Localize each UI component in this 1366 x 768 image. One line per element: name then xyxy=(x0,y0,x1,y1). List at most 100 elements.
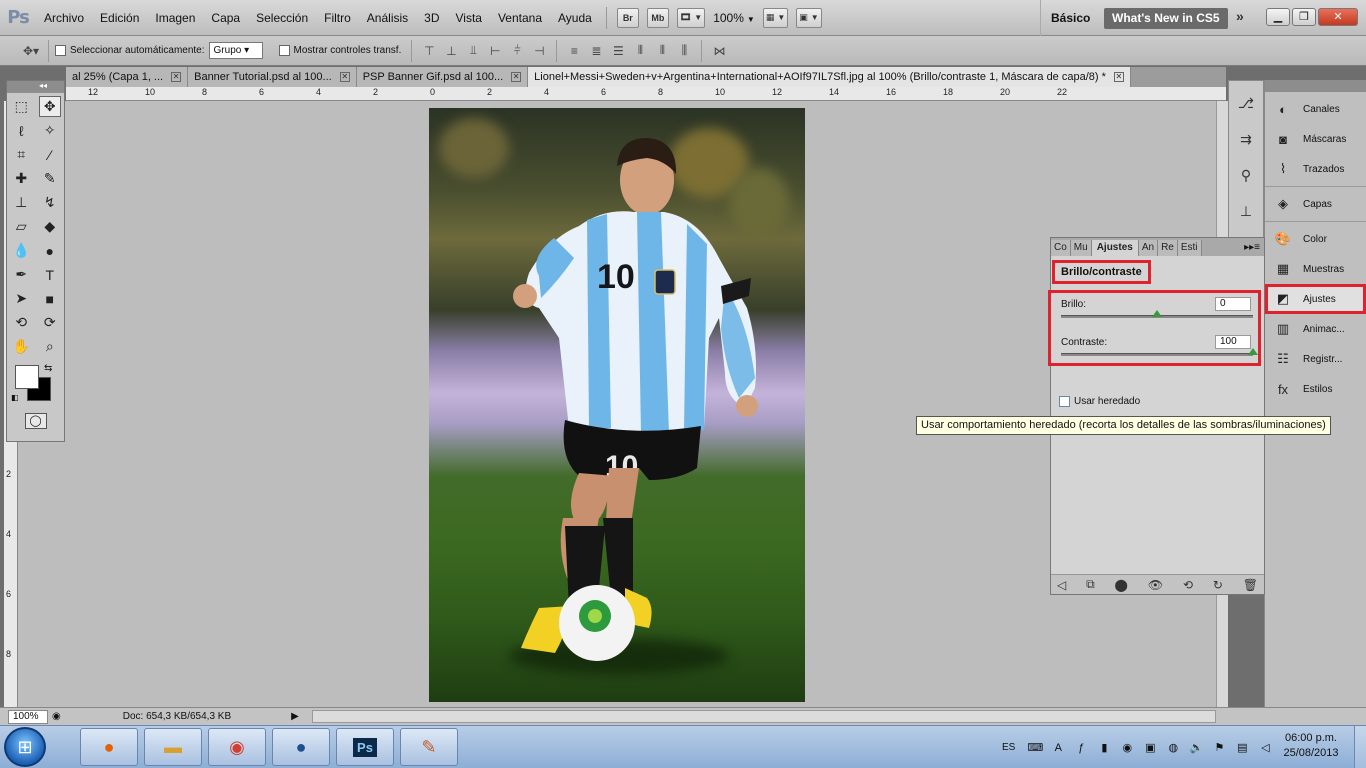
healing-brush-icon[interactable]: ✚ xyxy=(10,168,32,189)
eraser-tool-icon[interactable]: ▱ xyxy=(10,216,32,237)
workspace-basico[interactable]: Básico xyxy=(1040,0,1100,36)
taskbar-firefox[interactable]: ● xyxy=(80,728,138,766)
clock[interactable]: 06:00 p.m. 25/08/2013 xyxy=(1276,731,1346,761)
auto-align-icon[interactable]: ⋈ xyxy=(710,43,728,59)
network-icon[interactable]: ▤ xyxy=(1233,739,1251,757)
use-legacy-checkbox[interactable] xyxy=(1059,396,1070,407)
clone-stamp-icon[interactable]: ⊥ xyxy=(10,192,32,213)
dodge-tool-icon[interactable]: ● xyxy=(39,240,61,261)
dock-item-estilos[interactable]: fx Estilos xyxy=(1265,374,1366,404)
more-workspaces-icon[interactable]: » xyxy=(1236,8,1244,24)
menu-ayuda[interactable]: Ayuda xyxy=(550,11,600,25)
show-transform-checkbox[interactable] xyxy=(278,45,290,56)
brightness-slider[interactable] xyxy=(1061,310,1253,318)
close-icon[interactable]: ✕ xyxy=(339,72,350,82)
crop-tool-icon[interactable]: ⌗ xyxy=(10,144,32,165)
quick-mask-icon[interactable]: ◯ xyxy=(24,413,47,429)
pen-tool-icon[interactable]: ✒ xyxy=(10,264,32,285)
doc-tab-1[interactable]: al 25% (Capa 1, ... ✕ xyxy=(66,67,189,87)
move-tool-icon[interactable]: ✥ xyxy=(38,96,61,117)
contrast-slider[interactable] xyxy=(1061,348,1258,356)
screen-mode-button[interactable]: ▣ ▼ xyxy=(796,7,822,28)
move-tool-icon[interactable]: ✥▾ xyxy=(22,43,40,59)
clip-layer-icon[interactable]: ⬤ xyxy=(1115,578,1128,592)
document-image[interactable]: 10 10 xyxy=(429,108,805,702)
distribute-bottom-icon[interactable]: ☰ xyxy=(609,43,627,59)
status-menu-icon[interactable]: ▶ xyxy=(291,711,299,722)
taskbar-photoshop[interactable]: Ps xyxy=(336,728,394,766)
dock-item-muestras[interactable]: ▦ Muestras xyxy=(1265,254,1366,284)
taskbar-app-globe[interactable]: ● xyxy=(272,728,330,766)
blur-tool-icon[interactable]: 💧 xyxy=(10,240,32,261)
menu-vista[interactable]: Vista xyxy=(448,11,490,25)
taskbar-paint[interactable]: ✎ xyxy=(400,728,458,766)
restore-button[interactable]: ❐ xyxy=(1292,8,1316,26)
hand-tool-icon[interactable]: ✋ xyxy=(10,336,32,357)
path-selection-icon[interactable]: ➤ xyxy=(10,288,32,309)
swap-colors-icon[interactable]: ⇆ xyxy=(44,363,52,374)
dock-item-registr[interactable]: ☷ Registr... xyxy=(1265,344,1366,374)
start-button[interactable]: ⊞ xyxy=(4,727,46,767)
panel-menu-icon[interactable]: ▸▸≡ xyxy=(1244,240,1260,256)
3d-orbit-icon[interactable]: ⟳ xyxy=(39,312,61,333)
status-info-icon[interactable]: ◉ xyxy=(52,711,61,722)
distribute-left-icon[interactable]: ⫴ xyxy=(631,43,649,59)
align-bottom-icon[interactable]: ⫫ xyxy=(464,43,482,59)
dock-item-canales[interactable]: ◐ Canales xyxy=(1265,94,1366,124)
taskbar-chrome[interactable]: ◉ xyxy=(208,728,266,766)
zoom-level-dropdown[interactable]: 100% ▼ xyxy=(713,11,755,25)
distribute-hcenter-icon[interactable]: ⦀ xyxy=(653,43,671,59)
distribute-right-icon[interactable]: ⫼ xyxy=(675,43,693,59)
doc-tab-3[interactable]: PSP Banner Gif.psd al 100... ✕ xyxy=(356,67,529,87)
close-button[interactable]: ✕ xyxy=(1318,8,1358,26)
minibridge-button[interactable]: Mb xyxy=(646,7,669,28)
menu-archivo[interactable]: Archivo xyxy=(36,11,92,25)
rectangle-tool-icon[interactable]: ■ xyxy=(39,288,61,309)
signal-icon[interactable]: ▮ xyxy=(1095,739,1113,757)
align-top-icon[interactable]: ⊤ xyxy=(420,43,438,59)
doc-tab-2[interactable]: Banner Tutorial.psd al 100... ✕ xyxy=(188,67,357,87)
taskbar-explorer[interactable]: ▬ xyxy=(144,728,202,766)
dock-item-color[interactable]: 🎨 Color xyxy=(1265,224,1366,254)
align-vcenter-icon[interactable]: ⊥ xyxy=(442,43,460,59)
auto-select-checkbox[interactable] xyxy=(55,45,66,56)
3d-rotate-icon[interactable]: ⟲ xyxy=(10,312,32,333)
view-extras-button[interactable]: 🎞 ▼ xyxy=(676,7,706,28)
toolbox-header[interactable]: ◂◂ xyxy=(7,81,64,93)
clone-source-icon[interactable]: ⊥ xyxy=(1229,197,1263,225)
dock-item-trazados[interactable]: ⌇ Trazados xyxy=(1265,154,1366,184)
paint-bucket-icon[interactable]: ◆ xyxy=(39,216,61,237)
tab-registro[interactable]: Re xyxy=(1158,240,1178,256)
brush-tool-icon[interactable]: ✎ xyxy=(39,168,61,189)
flag-icon[interactable]: ⚑ xyxy=(1210,739,1228,757)
magic-wand-icon[interactable]: ✧ xyxy=(39,120,61,141)
dock-item-máscaras[interactable]: ◙ Máscaras xyxy=(1265,124,1366,154)
history-brush-icon[interactable]: ↯ xyxy=(39,192,61,213)
whats-new-button[interactable]: What's New in CS5 xyxy=(1104,8,1228,29)
contrast-input[interactable]: 100 xyxy=(1215,335,1251,349)
tab-animacion[interactable]: An xyxy=(1138,240,1159,256)
keyboard-icon[interactable]: ⌨ xyxy=(1026,739,1044,757)
foreground-color[interactable] xyxy=(15,365,39,389)
trash-icon[interactable]: 🗑 xyxy=(1243,578,1258,592)
camera-icon[interactable]: ◍ xyxy=(1164,739,1182,757)
eyedropper-icon[interactable]: ⁄ xyxy=(39,144,61,165)
menu-3d[interactable]: 3D xyxy=(416,11,447,25)
tab-muestras[interactable]: Mu xyxy=(1070,240,1092,256)
close-icon[interactable]: ✕ xyxy=(511,72,522,82)
brightness-input[interactable]: 0 xyxy=(1215,297,1251,311)
type-tool-icon[interactable]: T xyxy=(39,264,61,285)
tool-presets-icon[interactable]: ⇉ xyxy=(1229,125,1263,153)
menu-edicion[interactable]: Edición xyxy=(92,11,147,25)
doc-tab-active[interactable]: Lionel+Messi+Sweden+v+Argentina+Internat… xyxy=(528,67,1131,87)
speaker-icon[interactable]: ◁ xyxy=(1256,739,1274,757)
horizontal-scrollbar[interactable] xyxy=(312,710,1216,723)
auto-select-dropdown[interactable]: Grupo ▾ xyxy=(208,42,263,59)
language-indicator[interactable]: ES xyxy=(1002,742,1015,753)
zoom-tool-icon[interactable]: ⌕ xyxy=(39,336,61,357)
menu-capa[interactable]: Capa xyxy=(203,11,248,25)
font-icon[interactable]: A xyxy=(1049,739,1067,757)
close-icon[interactable]: ✕ xyxy=(1113,72,1124,82)
menu-imagen[interactable]: Imagen xyxy=(147,11,203,25)
align-left-icon[interactable]: ⊢ xyxy=(486,43,504,59)
